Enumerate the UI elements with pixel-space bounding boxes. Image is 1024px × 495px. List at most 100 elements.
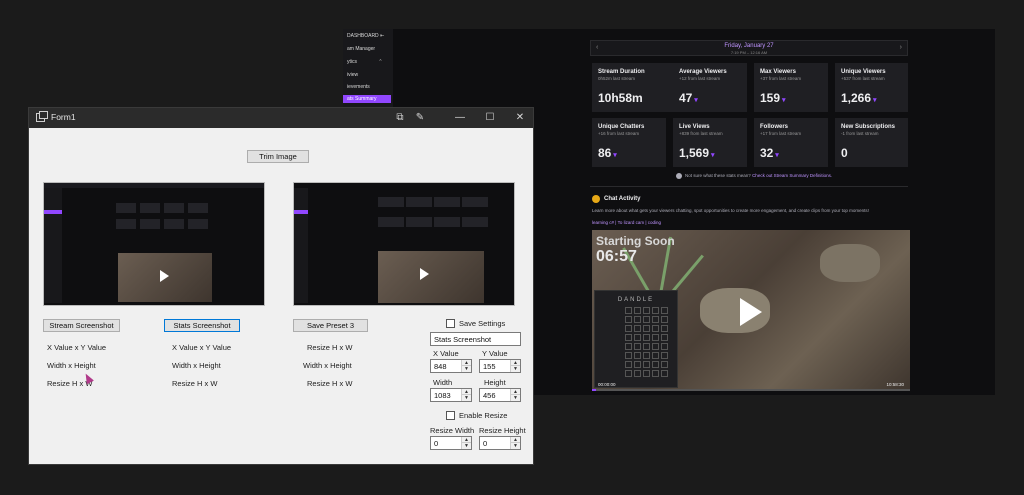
stat-card-max-viewers: Max Viewers +37 from last stream 159 ▾ — [754, 63, 828, 112]
preset-name-field[interactable]: Stats Screenshot — [430, 332, 521, 346]
resize-width-value: 0 — [434, 439, 439, 448]
spin-down-icon: ▼ — [511, 443, 520, 449]
close-button[interactable]: ✕ — [513, 111, 527, 125]
snap-layout-icon[interactable]: ⧉ — [393, 111, 407, 125]
resize-width-label: Resize Width — [430, 426, 475, 435]
sidebar-item-achievements[interactable]: ievements — [347, 84, 370, 90]
video-player[interactable]: Starting Soon 06:57 DANDLE 00:00:00 10:5… — [592, 230, 910, 391]
stat-card-unique-chatters: Unique Chatters +16 from last stream 86 … — [592, 118, 666, 167]
stream-screenshot-preview — [43, 182, 265, 306]
enable-resize-checkbox[interactable] — [446, 411, 455, 420]
stat-sub: +17 from last stream — [760, 131, 802, 136]
spin-buttons[interactable]: ▲ ▼ — [461, 437, 471, 449]
date-time-range: 7:19 PM – 12:16 AM — [730, 50, 768, 55]
stat-value: 1,569 ▾ — [679, 146, 715, 160]
stat-sub: +12 from last stream — [679, 76, 721, 81]
col2-resize-label: Resize H x W — [172, 379, 218, 388]
stats-help-note: Not sure what these stats mean? Check ou… — [676, 173, 832, 179]
stat-title: Unique Viewers — [841, 69, 886, 75]
game-grid — [625, 307, 668, 377]
stat-sub: +537 from last stream — [841, 76, 885, 81]
height-stepper[interactable]: 456 ▲ ▼ — [479, 388, 521, 402]
stat-value: 32 ▾ — [760, 146, 779, 160]
stream-screenshot-button[interactable]: Stream Screenshot — [43, 319, 120, 332]
thumb-sidebar — [44, 188, 62, 303]
stat-title: Unique Chatters — [598, 124, 645, 130]
pin-icon[interactable]: ✎ — [413, 111, 427, 125]
stat-value: 10h58m — [598, 91, 643, 105]
minimize-button[interactable]: — — [453, 111, 467, 125]
spin-buttons[interactable]: ▲ ▼ — [461, 360, 471, 372]
app-window-icon — [36, 111, 48, 122]
resize-width-stepper[interactable]: 0 ▲ ▼ — [430, 436, 472, 450]
width-value: 1083 — [434, 391, 451, 400]
col3-resize-label: Resize H x W — [307, 379, 353, 388]
date-label: Friday, January 27 — [724, 43, 774, 49]
stat-card-followers: Followers +17 from last stream 32 ▾ — [754, 118, 828, 167]
stat-card-new-subscriptions: New Subscriptions -1 from last stream 0 — [835, 118, 908, 167]
stat-title: Live Views — [679, 124, 710, 130]
resize-height-stepper[interactable]: 0 ▲ ▼ — [479, 436, 521, 450]
sidebar-item-stats-summary[interactable]: ats Summary — [343, 95, 391, 103]
play-icon[interactable] — [740, 298, 762, 326]
thumb-card — [406, 197, 432, 207]
help-icon — [676, 173, 682, 179]
stat-value: 1,266 ▾ — [841, 91, 877, 105]
stat-sub: +16 from last stream — [598, 131, 640, 136]
panel-brand: DANDLE — [617, 297, 655, 303]
thumb-card — [116, 219, 136, 229]
spin-buttons[interactable]: ▲ ▼ — [461, 389, 471, 401]
y-value: 155 — [483, 362, 496, 371]
resize-height-label: Resize Height — [479, 426, 526, 435]
chat-activity-title: Chat Activity — [604, 196, 641, 202]
stat-sub: 0h52m last stream — [598, 76, 636, 81]
x-value-stepper[interactable]: 848 ▲ ▼ — [430, 359, 472, 373]
stat-value: 86 ▾ — [598, 146, 617, 160]
spin-down-icon: ▼ — [462, 443, 471, 449]
stream-tags[interactable]: learning c# | To lizard cam | coding — [592, 220, 661, 225]
col2-wh-label: Width x Height — [172, 361, 221, 370]
video-time-start: 00:00:00 — [598, 382, 616, 387]
window-title: Form1 — [51, 112, 76, 122]
enable-resize-label: Enable Resize — [459, 411, 508, 420]
trim-image-button[interactable]: Trim Image — [247, 150, 309, 163]
col1-wh-label: Width x Height — [47, 361, 96, 370]
stat-card-average-viewers: Average Viewers +12 from last stream 47 … — [673, 63, 747, 112]
thumb-card — [188, 203, 208, 213]
stat-sub: +839 from last stream — [679, 131, 723, 136]
maximize-button[interactable]: ☐ — [483, 111, 497, 125]
thumb-card — [164, 203, 184, 213]
game-overlay-panel: DANDLE — [594, 290, 678, 388]
stat-sub: +37 from last stream — [760, 76, 802, 81]
stats-screenshot-button[interactable]: Stats Screenshot — [164, 319, 240, 332]
chevron-right-icon[interactable]: › — [900, 44, 902, 51]
video-time-end: 10:58:30 — [886, 382, 904, 387]
spin-buttons[interactable]: ▲ ▼ — [510, 389, 520, 401]
sidebar-item-analytics[interactable]: ytics ⌃ — [347, 59, 383, 65]
sidebar-item-overview[interactable]: iview — [347, 72, 358, 78]
spin-buttons[interactable]: ▲ ▼ — [510, 437, 520, 449]
save-settings-checkbox[interactable] — [446, 319, 455, 328]
spin-down-icon: ▼ — [511, 366, 520, 372]
spin-down-icon: ▼ — [511, 395, 520, 401]
stat-card-unique-viewers: Unique Viewers +537 from last stream 1,2… — [835, 63, 908, 112]
sidebar-item-stream-manager[interactable]: am Manager — [347, 46, 375, 52]
video-progress-bar[interactable] — [592, 389, 910, 391]
stats-definitions-link[interactable]: Check out Stream Summary Definitions. — [752, 173, 832, 178]
divider — [590, 186, 908, 187]
thumb-card — [378, 217, 404, 227]
thumb-card — [462, 197, 488, 207]
spin-buttons[interactable]: ▲ ▼ — [510, 360, 520, 372]
width-stepper[interactable]: 1083 ▲ ▼ — [430, 388, 472, 402]
save-preset-3-button[interactable]: Save Preset 3 — [293, 319, 368, 332]
collapse-icon[interactable]: ⇤ — [380, 33, 384, 39]
sidebar-item-dashboard[interactable]: DASHBOARD ⇤ — [347, 33, 384, 39]
resize-height-value: 0 — [483, 439, 488, 448]
spin-down-icon: ▼ — [462, 395, 471, 401]
stat-title: Followers — [760, 124, 789, 130]
title-bar[interactable]: Form1 ⧉ ✎ — ☐ ✕ — [29, 108, 533, 128]
stat-card-live-views: Live Views +839 from last stream 1,569 ▾ — [673, 118, 747, 167]
stat-sub: -1 from last stream — [841, 131, 879, 136]
y-value-stepper[interactable]: 155 ▲ ▼ — [479, 359, 521, 373]
stat-title: New Subscriptions — [841, 124, 896, 130]
